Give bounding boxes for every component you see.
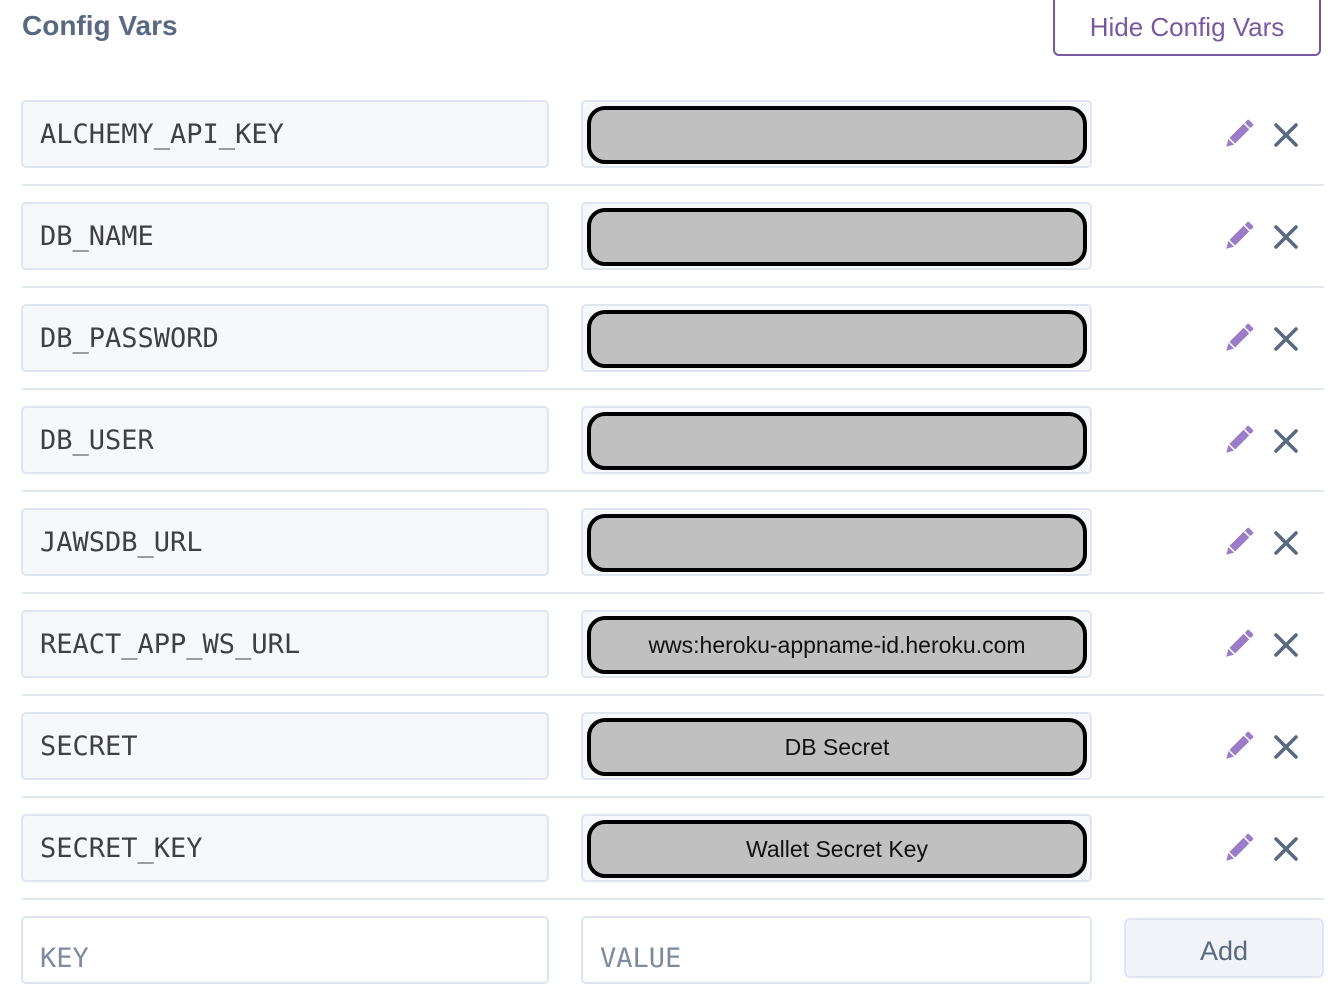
config-var-key-field[interactable]: DB_USER [21,406,549,474]
redacted-value [587,514,1087,572]
config-var-row: SECRET DB Secret [0,712,1334,814]
row-divider [22,184,1324,186]
pencil-icon[interactable] [1220,727,1258,765]
hide-config-vars-button[interactable]: Hide Config Vars [1053,0,1321,56]
row-divider [22,796,1324,798]
config-var-value-field[interactable]: wws:heroku-appname-id.heroku.com [581,610,1092,678]
pencil-icon[interactable] [1220,625,1258,663]
new-key-input[interactable] [21,916,549,984]
config-var-value-field[interactable]: DB Secret [581,712,1092,780]
config-var-row: JAWSDB_URL [0,508,1334,610]
pencil-icon[interactable] [1220,421,1258,459]
close-icon[interactable] [1270,629,1302,661]
config-var-row: SECRET_KEY Wallet Secret Key [0,814,1334,916]
config-var-key-field[interactable]: ALCHEMY_API_KEY [21,100,549,168]
config-var-key-field[interactable]: JAWSDB_URL [21,508,549,576]
close-icon[interactable] [1270,119,1302,151]
redacted-value: wws:heroku-appname-id.heroku.com [587,616,1087,674]
add-config-var-button[interactable]: Add [1124,918,1324,978]
redacted-value: Wallet Secret Key [587,820,1087,878]
redacted-value [587,310,1087,368]
row-divider [22,898,1324,900]
config-var-row: DB_NAME [0,202,1334,304]
config-var-value-field[interactable] [581,406,1092,474]
config-var-row: REACT_APP_WS_URL wws:heroku-appname-id.h… [0,610,1334,712]
redacted-value [587,412,1087,470]
redacted-value [587,208,1087,266]
close-icon[interactable] [1270,527,1302,559]
row-divider [22,286,1324,288]
pencil-icon[interactable] [1220,115,1258,153]
close-icon[interactable] [1270,323,1302,355]
redacted-value: DB Secret [587,718,1087,776]
config-var-key-field[interactable]: SECRET [21,712,549,780]
config-var-value-field[interactable] [581,304,1092,372]
new-value-input[interactable] [581,916,1092,984]
section-title: Config Vars [22,10,178,41]
config-var-key-field[interactable]: SECRET_KEY [21,814,549,882]
pencil-icon[interactable] [1220,217,1258,255]
config-var-value-field[interactable] [581,202,1092,270]
config-var-row: DB_PASSWORD [0,304,1334,406]
config-var-key-field[interactable]: DB_PASSWORD [21,304,549,372]
close-icon[interactable] [1270,425,1302,457]
config-var-row: DB_USER [0,406,1334,508]
row-divider [22,388,1324,390]
row-divider [22,694,1324,696]
config-var-row: ALCHEMY_API_KEY [0,100,1334,202]
row-divider [22,490,1324,492]
close-icon[interactable] [1270,221,1302,253]
pencil-icon[interactable] [1220,523,1258,561]
config-var-key-field[interactable]: REACT_APP_WS_URL [21,610,549,678]
pencil-icon[interactable] [1220,319,1258,357]
config-var-value-field[interactable]: Wallet Secret Key [581,814,1092,882]
config-var-value-field[interactable] [581,508,1092,576]
close-icon[interactable] [1270,731,1302,763]
redacted-value [587,106,1087,164]
row-divider [22,592,1324,594]
pencil-icon[interactable] [1220,829,1258,867]
config-var-key-field[interactable]: DB_NAME [21,202,549,270]
config-var-value-field[interactable] [581,100,1092,168]
close-icon[interactable] [1270,833,1302,865]
